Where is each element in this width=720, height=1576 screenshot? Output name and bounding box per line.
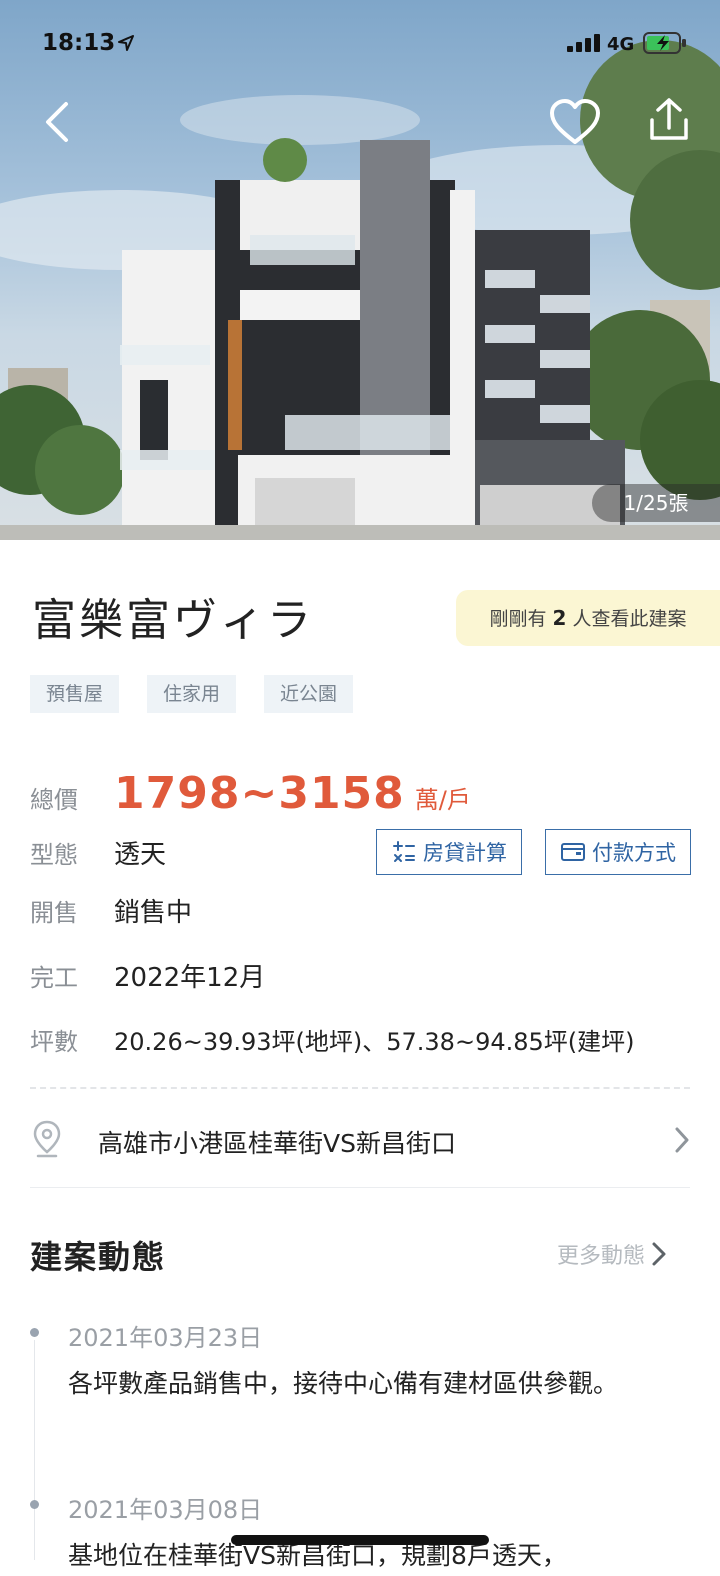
price-value: 1798~3158 bbox=[114, 768, 405, 819]
news-date: 2021年03月23日 bbox=[68, 1324, 263, 1352]
address-row[interactable]: 高雄市小港區桂華街VS新昌街口 bbox=[0, 1100, 720, 1180]
heart-icon bbox=[550, 99, 600, 144]
tag-list: 預售屋 住家用 近公園 bbox=[30, 675, 354, 713]
price-unit: 萬/戶 bbox=[414, 786, 471, 814]
type-row: 型態 透天 bbox=[30, 834, 166, 871]
viewer-count-badge: 剛剛有 2 人查看此建案 bbox=[456, 590, 720, 646]
wallet-icon bbox=[561, 843, 585, 861]
chevron-left-icon bbox=[46, 102, 68, 142]
type-value: 透天 bbox=[114, 840, 167, 870]
favorite-button[interactable] bbox=[548, 98, 602, 148]
area-label: 坪數 bbox=[30, 1028, 78, 1056]
location-pin-icon bbox=[33, 1120, 61, 1158]
news-text: 各坪數產品銷售中，接待中心備有建材區供參觀。 bbox=[68, 1369, 619, 1398]
network-type: 4G bbox=[607, 34, 635, 55]
viewer-prefix: 剛剛有 bbox=[489, 608, 547, 630]
chevron-right-icon bbox=[675, 1127, 689, 1153]
sale-status-row: 開售 銷售中 bbox=[30, 892, 192, 929]
news-date: 2021年03月08日 bbox=[68, 1496, 263, 1524]
battery-charging-icon bbox=[643, 32, 686, 54]
hero-photo[interactable]: 18:13 4G 1/25張 bbox=[0, 0, 720, 540]
listing-title: 富樂富ヴィラ bbox=[32, 595, 314, 646]
calculator-icon bbox=[393, 841, 415, 862]
section-divider bbox=[30, 1187, 690, 1188]
completion-value: 2022年12月 bbox=[114, 963, 266, 993]
news-section-title: 建案動態 bbox=[30, 1238, 167, 1276]
tag-residential: 住家用 bbox=[147, 675, 237, 713]
area-value: 20.26~39.93坪(地坪)、57.38~94.85坪(建坪) bbox=[114, 1028, 635, 1056]
status-bar: 18:13 4G bbox=[0, 0, 720, 90]
location-arrow-icon bbox=[118, 35, 134, 51]
share-button[interactable] bbox=[644, 96, 694, 146]
address-text: 高雄市小港區桂華街VS新昌街口 bbox=[98, 1129, 456, 1158]
sale-value: 銷售中 bbox=[114, 898, 193, 928]
payment-button-label: 付款方式 bbox=[592, 841, 676, 865]
status-time: 18:13 bbox=[42, 30, 116, 56]
chevron-right-icon bbox=[652, 1242, 666, 1266]
share-icon bbox=[650, 98, 688, 140]
completion-label: 完工 bbox=[30, 964, 78, 992]
price-row: 總價 1798~3158 萬/戶 bbox=[30, 768, 471, 819]
dashed-divider bbox=[30, 1087, 690, 1089]
timeline-dot bbox=[30, 1328, 39, 1337]
more-news-link[interactable]: 更多動態 bbox=[557, 1238, 667, 1270]
tag-near-park: 近公園 bbox=[264, 675, 354, 713]
cellular-signal-icon bbox=[567, 34, 600, 52]
price-label: 總價 bbox=[30, 786, 78, 814]
viewer-count: 2 bbox=[552, 606, 567, 630]
payment-method-button[interactable]: 付款方式 bbox=[545, 829, 691, 875]
area-row: 坪數 20.26~39.93坪(地坪)、57.38~94.85坪(建坪) bbox=[30, 1022, 635, 1057]
more-news-label: 更多動態 bbox=[557, 1244, 646, 1269]
tag-presale: 預售屋 bbox=[30, 675, 120, 713]
photo-counter: 1/25張 bbox=[592, 484, 720, 522]
type-label: 型態 bbox=[30, 841, 78, 869]
timeline-dot bbox=[30, 1500, 39, 1509]
sale-label: 開售 bbox=[30, 899, 78, 927]
mortgage-calculator-button[interactable]: 房貸計算 bbox=[376, 829, 522, 875]
home-indicator bbox=[231, 1535, 489, 1545]
back-button[interactable] bbox=[36, 96, 80, 148]
timeline-line bbox=[34, 1340, 35, 1560]
viewer-suffix: 人查看此建案 bbox=[572, 608, 687, 630]
mortgage-button-label: 房貸計算 bbox=[423, 841, 507, 865]
completion-row: 完工 2022年12月 bbox=[30, 957, 265, 994]
